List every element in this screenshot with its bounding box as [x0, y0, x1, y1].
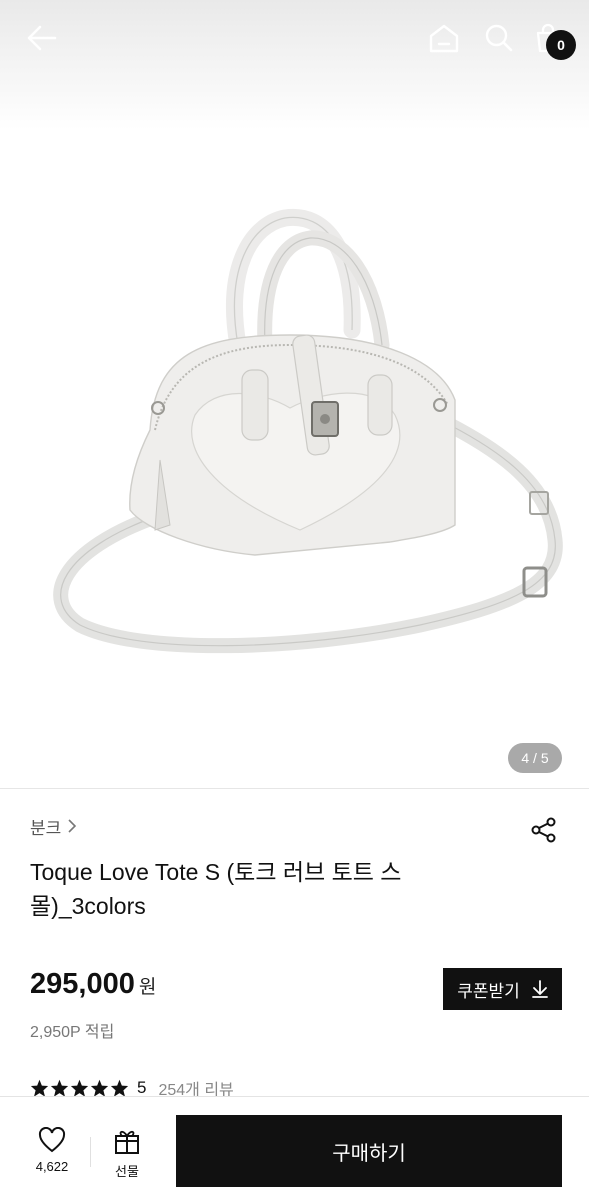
- gift-icon: [115, 1130, 139, 1154]
- search-icon: [485, 24, 513, 52]
- heart-icon: [38, 1127, 66, 1153]
- product-price: 295,000: [30, 968, 135, 1000]
- chevron-right-icon: [68, 819, 77, 833]
- star-icon: [70, 1079, 89, 1097]
- buy-button[interactable]: 구매하기: [176, 1115, 562, 1187]
- home-button[interactable]: [424, 18, 464, 58]
- gift-button[interactable]: 선물: [100, 1127, 154, 1183]
- brand-link[interactable]: 분크: [30, 814, 77, 838]
- price-row: 295,000 원: [30, 968, 156, 1001]
- like-count: 4,622: [35, 1159, 69, 1174]
- bottom-action-bar: 4,622 선물 구매하기: [0, 1096, 589, 1201]
- price-currency: 원: [138, 977, 157, 998]
- product-image-gallery[interactable]: [0, 130, 589, 788]
- star-icon: [90, 1079, 109, 1097]
- top-header: 0: [0, 0, 589, 130]
- download-icon: [531, 980, 548, 998]
- share-icon: [531, 817, 556, 843]
- coupon-label: 쿠폰받기: [457, 981, 520, 1001]
- gift-label: 선물: [115, 1164, 139, 1179]
- section-divider: [0, 788, 589, 789]
- brand-name: 분크: [30, 818, 62, 838]
- cart-count-badge: 0: [546, 30, 576, 60]
- coupon-download-button[interactable]: 쿠폰받기: [443, 968, 562, 1010]
- product-title: Toque Love Tote S (토크 러브 토트 스몰)_3colors: [30, 859, 402, 919]
- rating-value: 5: [137, 1078, 147, 1097]
- search-button[interactable]: [479, 18, 519, 58]
- bar-divider: [90, 1137, 91, 1167]
- star-icon: [30, 1079, 49, 1097]
- product-image: [53, 208, 563, 654]
- star-icon: [50, 1079, 69, 1097]
- star-rating: [30, 1079, 129, 1097]
- reward-points: 2,950P 적립: [30, 1024, 115, 1041]
- home-icon: [429, 24, 459, 53]
- like-button[interactable]: 4,622: [20, 1127, 84, 1183]
- back-button[interactable]: [20, 20, 64, 56]
- share-button[interactable]: [526, 812, 562, 848]
- image-page-counter: 4 / 5: [508, 743, 562, 773]
- arrow-left-icon: [27, 25, 57, 51]
- star-icon: [110, 1079, 129, 1097]
